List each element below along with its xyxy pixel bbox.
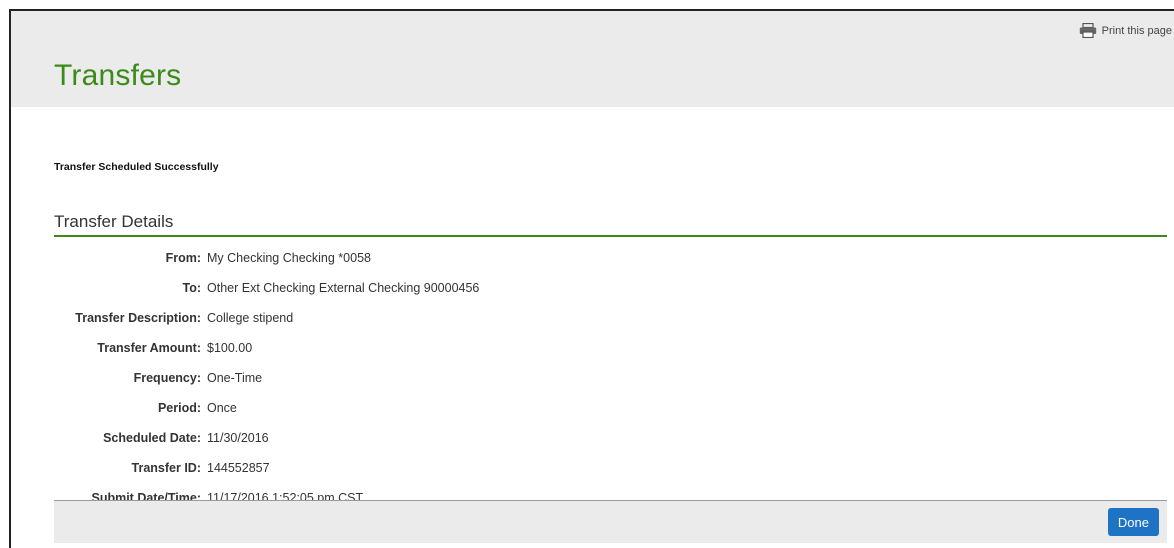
detail-label: Scheduled Date: [103, 431, 201, 445]
detail-row-scheduled-date: Scheduled Date: 11/30/2016 [54, 423, 754, 453]
done-button[interactable]: Done [1107, 508, 1159, 536]
print-page-label: Print this page [1101, 24, 1172, 37]
status-message: Transfer Scheduled Successfully [54, 161, 219, 173]
detail-row-transfer-id: Transfer ID: 144552857 [54, 453, 754, 483]
detail-row-description: Transfer Description: College stipend [54, 303, 754, 333]
detail-value: $100.00 [207, 341, 253, 355]
printer-icon [1079, 23, 1097, 38]
detail-row-from: From: My Checking Checking *0058 [54, 243, 754, 273]
section-title: Transfer Details [54, 212, 174, 231]
detail-label: From: [165, 251, 201, 265]
print-page-link[interactable]: Print this page [1079, 23, 1172, 38]
app-frame: Print this page Transfers Transfer Sched… [9, 9, 1174, 548]
detail-row-frequency: Frequency: One-Time [54, 363, 754, 393]
detail-row-to: To: Other Ext Checking External Checking… [54, 273, 754, 303]
detail-value: College stipend [207, 311, 294, 325]
page-title: Transfers [54, 59, 182, 92]
detail-value: 144552857 [207, 461, 270, 475]
detail-label: Transfer Amount: [97, 341, 201, 355]
page-header: Print this page Transfers [11, 11, 1174, 107]
section-divider [54, 235, 1167, 237]
detail-row-amount: Transfer Amount: $100.00 [54, 333, 754, 363]
detail-label: Period: [157, 401, 201, 415]
detail-value: Other Ext Checking External Checking 900… [207, 281, 480, 295]
transfer-details-list: From: My Checking Checking *0058 To: Oth… [54, 243, 754, 513]
detail-value: 11/30/2016 [207, 431, 269, 445]
detail-label: Transfer Description: [75, 311, 201, 325]
detail-value: My Checking Checking *0058 [207, 251, 371, 265]
detail-value: One-Time [207, 371, 263, 385]
detail-label: Frequency: [133, 371, 201, 385]
detail-value: Once [207, 401, 237, 415]
detail-label: To: [182, 281, 201, 295]
detail-label: Transfer ID: [131, 461, 201, 475]
detail-row-period: Period: Once [54, 393, 754, 423]
action-bar: Done [54, 500, 1167, 543]
